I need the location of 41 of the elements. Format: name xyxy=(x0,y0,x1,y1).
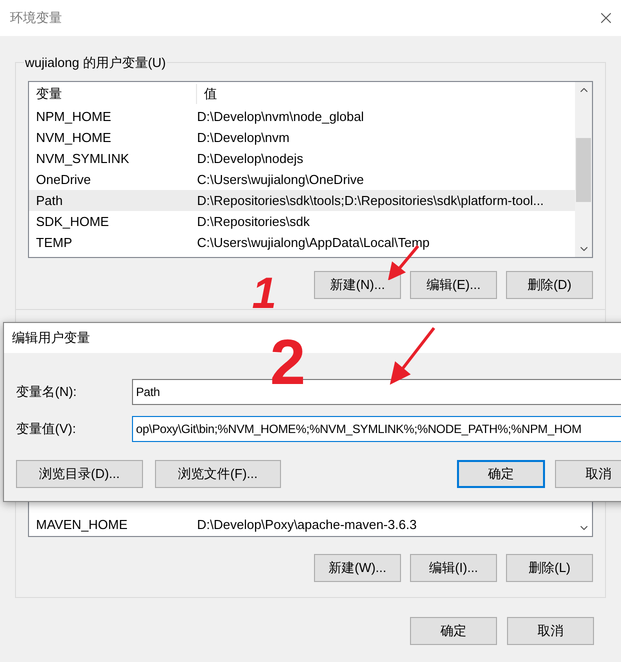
variable-name: OneDrive xyxy=(35,170,92,189)
input-field[interactable]: op\Poxy\Git\bin;%NVM_HOME%;%NVM_SYMLINK%;%NODE_PATH%;%NPM_HOM xyxy=(132,416,621,442)
annotation-arrow xyxy=(388,326,436,386)
dialog-button[interactable]: 浏览目录(D)... xyxy=(16,460,143,488)
variable-value: C:\Users\wujialong\OneDrive xyxy=(197,170,364,189)
column-header[interactable]: 变量 xyxy=(29,84,197,104)
variable-value: D:\Repositories\sdk xyxy=(197,212,310,231)
variable-row[interactable]: Path D:\Repositories\sdk\tools;D:\Repositories\sdk\platform-tool... xyxy=(29,190,575,211)
variable-name: Path xyxy=(35,192,64,210)
variable-value: D:\Develop\nodejs xyxy=(197,150,304,168)
dialog-button[interactable]: 编辑(E)... xyxy=(410,271,497,299)
annotation-number: 1 xyxy=(252,272,276,316)
scrollbar[interactable] xyxy=(575,82,592,257)
variable-name: NVM_SYMLINK xyxy=(35,150,130,168)
dialog-button[interactable]: 新建(W)... xyxy=(314,554,401,582)
variable-name: NVM_HOME xyxy=(35,128,112,147)
variable-value: D:\Develop\nvm\node_global xyxy=(197,108,364,126)
window-title: 环境变量 xyxy=(10,9,62,28)
dialog-title: 编辑用户变量 xyxy=(12,329,90,348)
variable-value: D:\Develop\Poxy\apache-maven-3.6.3 xyxy=(197,516,417,534)
dialog-button[interactable]: 确定 xyxy=(457,460,545,488)
dialog-button[interactable]: 删除(D) xyxy=(506,271,593,299)
dialog-button[interactable]: 删除(L) xyxy=(506,554,593,582)
variable-name: TEMP xyxy=(35,234,74,252)
column-header[interactable]: 值 xyxy=(197,84,217,104)
group-label: wujialong 的用户变量(U) xyxy=(24,53,167,72)
dialog-button[interactable]: 编辑(I)... xyxy=(410,554,497,582)
variable-value: D:\Develop\nvm xyxy=(197,128,290,147)
field-label: 变量名(N): xyxy=(15,383,78,402)
field-label: 变量值(V): xyxy=(15,420,77,438)
variable-value: D:\Repositories\sdk\tools;D:\Repositories\sdk\platform-tool... xyxy=(197,192,544,210)
dialog-button[interactable]: 浏览文件(F)... xyxy=(154,460,282,488)
dialog-button[interactable]: 取消 xyxy=(554,460,621,488)
variable-name: NPM_HOME xyxy=(35,108,112,126)
dialog-button[interactable]: 取消 xyxy=(507,617,594,645)
variable-value: C:\Users\wujialong\AppData\Local\Temp xyxy=(197,234,430,252)
dialog-button[interactable]: 确定 xyxy=(410,617,497,645)
variable-name: MAVEN_HOME xyxy=(35,516,128,534)
variable-name: SDK_HOME xyxy=(35,212,110,231)
dialog-button[interactable]: 新建(N)... xyxy=(314,271,401,299)
scroll-thumb[interactable] xyxy=(576,138,591,202)
